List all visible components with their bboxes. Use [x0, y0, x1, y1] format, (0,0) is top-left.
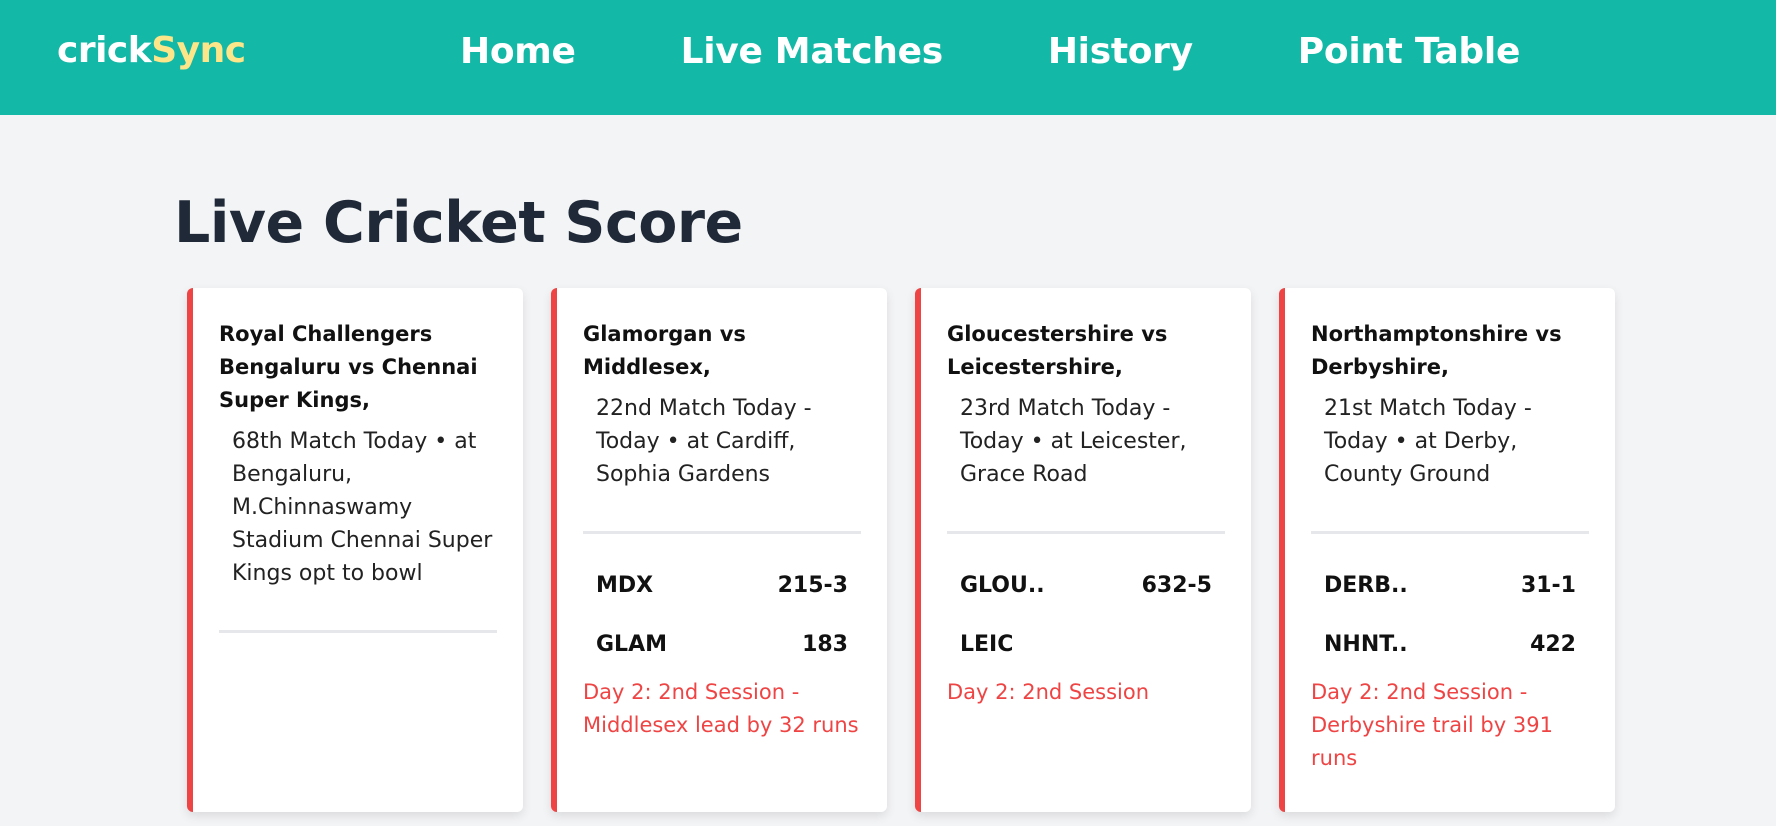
card-divider — [947, 531, 1225, 534]
team-name: MDX — [596, 573, 654, 598]
nav-link-live-matches[interactable]: Live Matches — [681, 31, 944, 72]
team-score: 422 — [1530, 632, 1576, 657]
match-status: Day 2: 2nd Session - Middlesex lead by 3… — [583, 680, 859, 737]
card-divider — [583, 531, 861, 534]
score-row: GLOU.. 632-5 — [947, 556, 1225, 615]
team-name: GLOU.. — [960, 573, 1045, 598]
match-status: Day 2: 2nd Session — [947, 680, 1150, 704]
team-score: 183 — [802, 632, 848, 657]
team-score: 31-1 — [1520, 573, 1576, 598]
match-card[interactable]: Glamorgan vs Middlesex, 22nd Match Today… — [551, 288, 887, 812]
match-description: 68th Match Today • at Bengaluru, M.Chinn… — [232, 429, 493, 586]
nav-links: Home Live Matches History Point Table — [460, 0, 1625, 102]
match-title: Gloucestershire vs Leicestershire, — [947, 322, 1168, 379]
brand-text-crick: crick — [57, 30, 152, 71]
team-name: NHNT.. — [1324, 632, 1408, 657]
team-score: 632-5 — [1141, 573, 1212, 598]
match-title: Northamptonshire vs Derbyshire, — [1311, 322, 1562, 379]
match-card[interactable]: Gloucestershire vs Leicestershire, 23rd … — [915, 288, 1251, 812]
score-row: GLAM 183 — [583, 615, 861, 674]
nav-link-history[interactable]: History — [1048, 31, 1193, 72]
score-row: LEIC — [947, 615, 1225, 674]
match-title: Royal Challengers Bengaluru vs Chennai S… — [219, 322, 478, 412]
brand-logo[interactable]: crickSync — [57, 0, 246, 102]
match-card[interactable]: Northamptonshire vs Derbyshire, 21st Mat… — [1279, 288, 1615, 812]
team-name: LEIC — [960, 632, 1014, 657]
match-status: Day 2: 2nd Session - Derbyshire trail by… — [1311, 680, 1553, 770]
match-description: 22nd Match Today - Today • at Cardiff, S… — [596, 396, 812, 487]
team-score: 215-3 — [777, 573, 848, 598]
nav-link-point-table[interactable]: Point Table — [1298, 31, 1521, 72]
page-title: Live Cricket Score — [174, 190, 743, 256]
match-description: 23rd Match Today - Today • at Leicester,… — [960, 396, 1187, 487]
match-cards: Royal Challengers Bengaluru vs Chennai S… — [187, 288, 1643, 812]
match-title: Glamorgan vs Middlesex, — [583, 322, 746, 379]
navbar: crickSync Home Live Matches History Poin… — [0, 0, 1776, 115]
match-card[interactable]: Royal Challengers Bengaluru vs Chennai S… — [187, 288, 523, 812]
score-row: MDX 215-3 — [583, 556, 861, 615]
match-description: 21st Match Today - Today • at Derby, Cou… — [1324, 396, 1532, 487]
team-name: GLAM — [596, 632, 667, 657]
brand-text-sync: Sync — [151, 30, 246, 71]
nav-link-home[interactable]: Home — [460, 31, 576, 72]
score-row: DERB.. 31-1 — [1311, 556, 1589, 615]
team-name: DERB.. — [1324, 573, 1408, 598]
card-divider — [219, 630, 497, 633]
card-divider — [1311, 531, 1589, 534]
score-row: NHNT.. 422 — [1311, 615, 1589, 674]
